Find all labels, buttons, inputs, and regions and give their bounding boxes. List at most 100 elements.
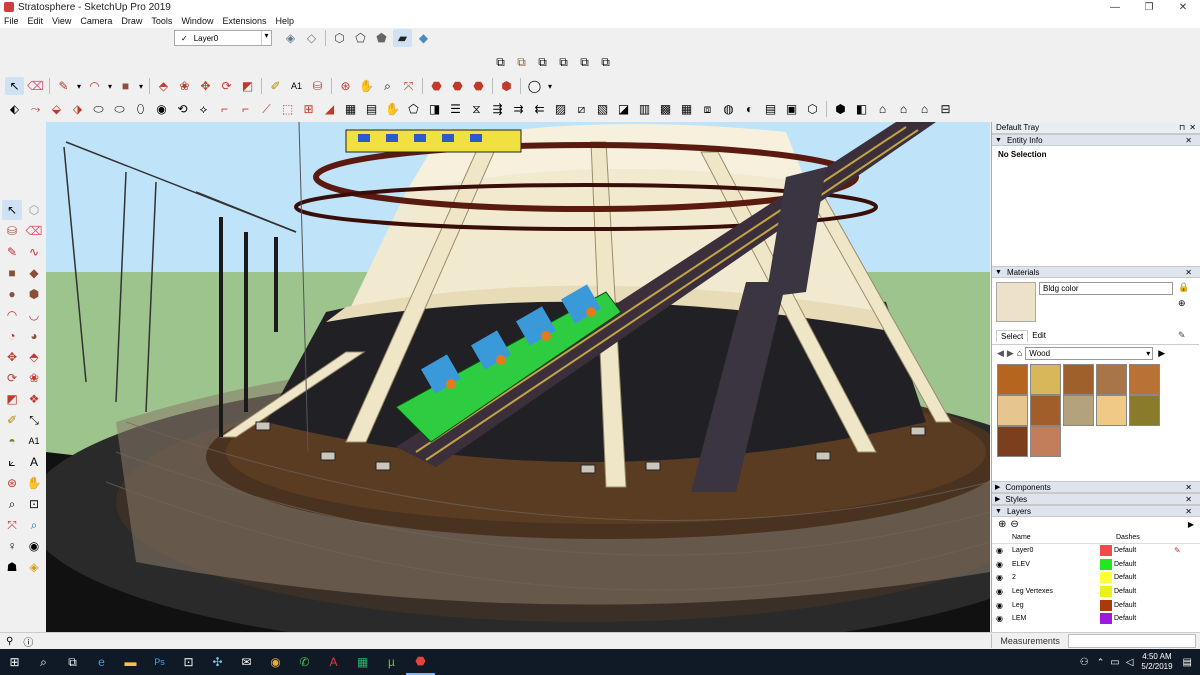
extension-tool-icon[interactable]: ⇶ [488, 100, 507, 118]
three-point-arc-icon[interactable]: ◔ [2, 326, 22, 346]
extension-tool-icon[interactable]: ⟡ [194, 100, 213, 118]
orbit-icon[interactable]: ⊛ [2, 473, 22, 493]
visibility-eye-icon[interactable]: ◉ [996, 573, 1010, 582]
close-panel-icon[interactable]: ✕ [1185, 268, 1192, 277]
extension-tool-icon[interactable]: ⌐ [236, 100, 255, 118]
close-panel-icon[interactable]: ✕ [1185, 483, 1192, 492]
shaded-icon[interactable]: ⬟ [372, 29, 391, 47]
network-app-icon[interactable]: ✣ [203, 649, 232, 675]
material-swatch[interactable] [997, 364, 1028, 395]
chrome-icon[interactable]: ◉ [261, 649, 290, 675]
menu-help[interactable]: Help [275, 16, 294, 26]
search-icon[interactable]: ⌕ [29, 649, 58, 675]
share-component-icon[interactable]: ⬣ [469, 77, 488, 95]
create-material-icon[interactable]: ⊕ [1178, 298, 1186, 309]
arc-icon[interactable]: ◠ [85, 77, 104, 95]
visibility-eye-icon[interactable]: ◉ [996, 546, 1010, 555]
extension-tool-icon[interactable]: ◢ [320, 100, 339, 118]
dropdown-arrow-icon[interactable]: ▾ [546, 77, 554, 95]
extension-tool-icon[interactable]: ◐ [740, 100, 759, 118]
extension-tool-icon[interactable]: ⇇ [530, 100, 549, 118]
layer-name-column[interactable]: Name [1012, 534, 1100, 541]
measurements-input[interactable] [1067, 634, 1196, 648]
look-around-icon[interactable]: ◉ [24, 536, 44, 556]
material-swatch[interactable] [1030, 364, 1061, 395]
follow-me-icon[interactable]: ❀ [175, 77, 194, 95]
sketchup-taskbar-icon[interactable]: ⬣ [406, 649, 435, 675]
extension-tool-icon[interactable]: ⬠ [404, 100, 423, 118]
layer-dashes[interactable]: Default [1114, 574, 1174, 581]
notifications-icon[interactable]: ▤ [1183, 657, 1192, 668]
top-view-icon[interactable]: ⧉ [512, 53, 531, 71]
layer-color-swatch[interactable] [1100, 613, 1112, 625]
zoom-icon[interactable]: ⌕ [378, 77, 397, 95]
components-header[interactable]: ▶ Components ✕ [992, 481, 1200, 493]
material-swatch[interactable] [1063, 364, 1094, 395]
material-swatch[interactable] [1030, 426, 1061, 457]
material-library-select[interactable]: Wood ▾ [1025, 346, 1154, 360]
layers-header[interactable]: ▼ Layers ✕ [992, 505, 1200, 517]
details-arrow-icon[interactable]: ▶ [1158, 348, 1165, 359]
layer-dashes[interactable]: Default [1114, 602, 1174, 609]
eraser-icon[interactable]: ⌫ [24, 221, 44, 241]
warehouse-icon[interactable]: ⬣ [427, 77, 446, 95]
layer-name[interactable]: ELEV [1012, 561, 1100, 568]
menu-camera[interactable]: Camera [80, 16, 112, 26]
extension-tool-icon[interactable]: ⟋ [257, 100, 276, 118]
zoom-extents-icon[interactable]: ⤧ [2, 515, 22, 535]
model-scene[interactable] [46, 122, 990, 632]
utorrent-icon[interactable]: µ [377, 649, 406, 675]
move-icon[interactable]: ✥ [196, 77, 215, 95]
network-icon[interactable]: ▭ [1110, 657, 1119, 668]
layer-color-swatch[interactable] [1100, 599, 1112, 611]
extension-tool-icon[interactable]: ⬗ [68, 100, 87, 118]
volume-icon[interactable]: ◁ [1126, 657, 1134, 668]
mail-icon[interactable]: ✉ [232, 649, 261, 675]
layer-name[interactable]: Leg [1012, 602, 1100, 609]
front-view-icon[interactable]: ⧉ [533, 53, 552, 71]
close-tray-icon[interactable]: ✕ [1189, 123, 1196, 132]
forward-arrow-icon[interactable]: ▶ [1007, 348, 1014, 359]
extension-tool-icon[interactable]: ⌐ [215, 100, 234, 118]
paint-bucket-icon[interactable]: ⛁ [2, 221, 22, 241]
layer-dashes[interactable]: Default [1114, 547, 1174, 554]
extension-tool-icon[interactable]: ▩ [656, 100, 675, 118]
xray-style-icon[interactable]: ◈ [281, 29, 300, 47]
visibility-eye-icon[interactable]: ◉ [996, 587, 1010, 596]
tray-chevron-icon[interactable]: ⌃ [1097, 657, 1105, 668]
visibility-eye-icon[interactable]: ◉ [996, 614, 1010, 623]
whatsapp-icon[interactable]: ✆ [290, 649, 319, 675]
layer-details-icon[interactable]: ▶ [1188, 520, 1194, 529]
extension-tool-icon[interactable]: ◉ [152, 100, 171, 118]
layer-dashes[interactable]: Default [1114, 561, 1174, 568]
menu-window[interactable]: Window [181, 16, 213, 26]
extension-tool-icon[interactable]: ⇉ [509, 100, 528, 118]
house-roof-icon[interactable]: ⌂ [915, 100, 934, 118]
photoshop-icon[interactable]: Ps [145, 649, 174, 675]
arc-icon[interactable]: ◠ [2, 305, 22, 325]
zoom-extents-icon[interactable]: ⤧ [399, 77, 418, 95]
extension-tool-icon[interactable]: ✋ [383, 100, 402, 118]
menu-view[interactable]: View [52, 16, 71, 26]
model-viewport[interactable] [46, 122, 990, 632]
layer-dashes[interactable]: Default [1114, 588, 1174, 595]
material-swatch[interactable] [1063, 395, 1094, 426]
minimize-button[interactable]: — [1098, 2, 1132, 13]
menu-tools[interactable]: Tools [151, 16, 172, 26]
edge-browser-icon[interactable]: e [87, 649, 116, 675]
monochrome-icon[interactable]: ◆ [414, 29, 433, 47]
dropdown-arrow-icon[interactable]: ▾ [137, 77, 145, 95]
scale-icon[interactable]: ◩ [238, 77, 257, 95]
pencil-icon[interactable]: ✎ [54, 77, 73, 95]
extension-tool-icon[interactable]: ▣ [782, 100, 801, 118]
tab-edit[interactable]: Edit [1028, 330, 1050, 342]
extension-tool-icon[interactable]: ⊞ [299, 100, 318, 118]
back-arrow-icon[interactable]: ◀ [997, 348, 1004, 359]
rectangle-icon[interactable]: ■ [116, 77, 135, 95]
close-panel-icon[interactable]: ✕ [1185, 495, 1192, 504]
paint-bucket-icon[interactable]: ⛁ [308, 77, 327, 95]
dropdown-arrow-icon[interactable]: ▾ [75, 77, 83, 95]
warehouse-box-icon[interactable]: ⊟ [936, 100, 955, 118]
file-explorer-icon[interactable]: ▬ [116, 649, 145, 675]
wireframe-icon[interactable]: ⬡ [330, 29, 349, 47]
